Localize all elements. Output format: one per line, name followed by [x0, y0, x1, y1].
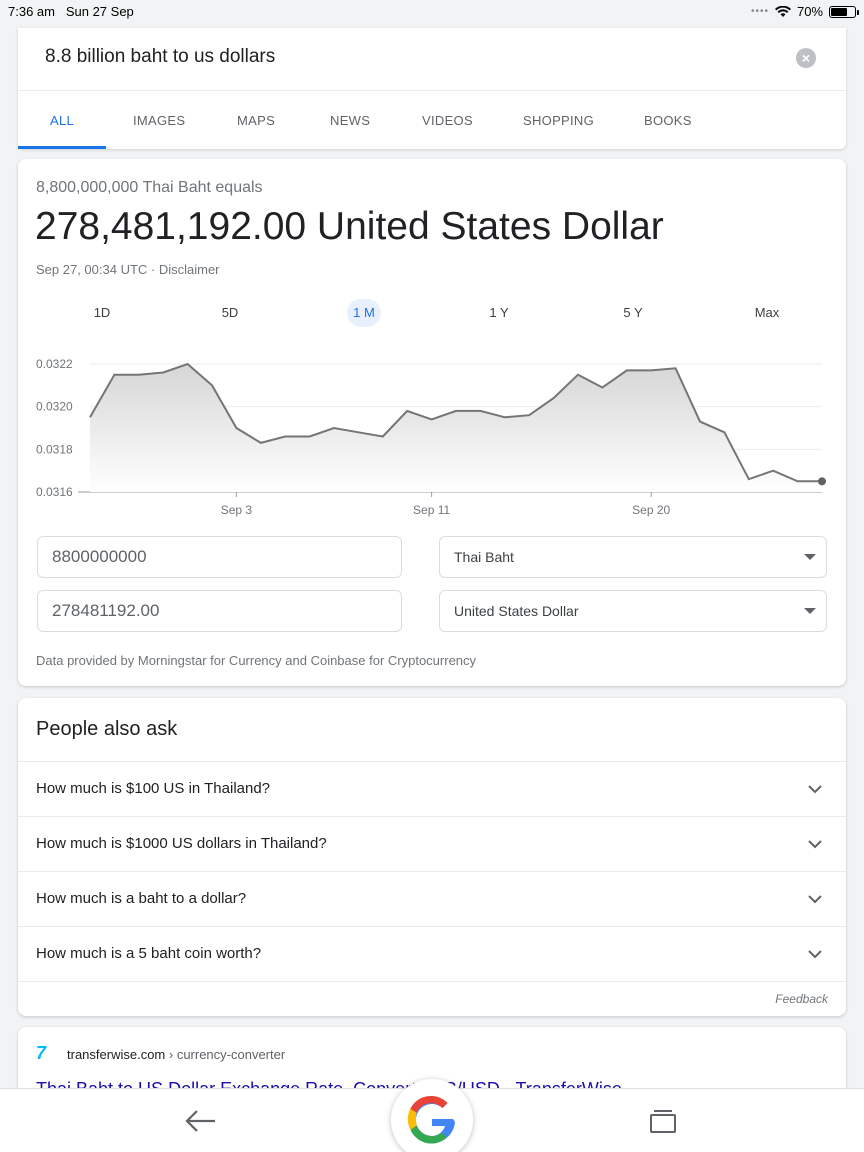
chevron-down-icon [808, 840, 822, 849]
paa-question-text: How much is a 5 baht coin worth? [36, 945, 262, 962]
currency-converter-card: 8,800,000,000 Thai Baht equals 278,481,1… [18, 159, 846, 686]
bottom-toolbar [0, 1079, 864, 1152]
paa-question-text: How much is $100 US in Thailand? [36, 780, 271, 797]
paa-question[interactable]: How much is a 5 baht coin worth? [18, 926, 846, 981]
range-5y[interactable]: 5 Y [618, 299, 648, 327]
paa-title: People also ask [36, 718, 178, 740]
range-1y[interactable]: 1 Y [484, 299, 514, 327]
result-breadcrumb: › currency-converter [168, 1047, 286, 1062]
dropdown-arrow-icon [804, 554, 816, 560]
currency-from-select[interactable]: Thai Baht [439, 536, 827, 578]
tab-maps[interactable]: MAPS [237, 113, 275, 128]
clear-search-button[interactable]: × [796, 48, 816, 68]
chevron-down-icon [808, 785, 822, 794]
x-tick-label: Sep 11 [413, 503, 450, 517]
range-5d[interactable]: 5D [216, 299, 244, 327]
x-tick-label: Sep 20 [632, 503, 670, 517]
x-tick-label: Sep 3 [221, 503, 253, 517]
currency-to-label: United States Dollar [454, 603, 579, 619]
currency-from-label: Thai Baht [454, 549, 514, 565]
chevron-down-icon [808, 895, 822, 904]
y-tick-label: 0.0322 [36, 357, 73, 371]
tab-images[interactable]: IMAGES [133, 113, 185, 128]
updated-timestamp[interactable]: Sep 27, 00:34 UTC · Disclaimer [36, 262, 220, 277]
y-tick-label: 0.0320 [36, 400, 73, 414]
battery-icon [829, 5, 859, 18]
back-arrow-icon[interactable] [182, 1105, 218, 1137]
paa-question-text: How much is $1000 US dollars in Thailand… [36, 835, 327, 852]
range-1d[interactable]: 1D [88, 299, 116, 327]
search-header: 8.8 billion baht to us dollars × ALL IMA… [18, 28, 846, 149]
people-also-ask-card: People also ask How much is $100 US in T… [18, 698, 846, 1016]
tab-all[interactable]: ALL [50, 113, 74, 128]
equals-line: 8,800,000,000 Thai Baht equals [36, 179, 263, 196]
range-selector: 1D 5D 1 M 1 Y 5 Y Max [18, 299, 846, 329]
tab-books[interactable]: BOOKS [644, 113, 692, 128]
amount-from-input[interactable]: 8800000000 [37, 536, 402, 578]
tabs-switcher-icon[interactable] [648, 1107, 678, 1135]
tab-shopping[interactable]: SHOPPING [523, 113, 594, 128]
y-tick-label: 0.0318 [36, 442, 73, 456]
status-right: •••• 70% [750, 4, 859, 19]
y-tick-label: 0.0316 [36, 485, 73, 499]
paa-question[interactable]: How much is $100 US in Thailand? [18, 761, 846, 816]
paa-question[interactable]: How much is a baht to a dollar? [18, 871, 846, 926]
data-source-note: Data provided by Morningstar for Currenc… [36, 653, 477, 668]
paa-question[interactable]: How much is $1000 US dollars in Thailand… [18, 816, 846, 871]
result-site[interactable]: transferwise.com › currency-converter [67, 1047, 285, 1062]
search-input[interactable]: 8.8 billion baht to us dollars [45, 46, 275, 68]
status-time: 7:36 am Sun 27 Sep [8, 4, 134, 19]
tab-news[interactable]: NEWS [330, 113, 370, 128]
battery-percent: 70% [796, 4, 823, 19]
result-domain: transferwise.com [67, 1047, 166, 1062]
range-max[interactable]: Max [750, 299, 784, 327]
feedback-link[interactable]: Feedback [775, 992, 828, 1006]
paa-question-text: How much is a baht to a dollar? [36, 890, 247, 907]
paa-footer [18, 981, 846, 1016]
wifi-icon [774, 5, 791, 17]
chevron-down-icon [808, 950, 822, 959]
range-1m[interactable]: 1 M [347, 299, 381, 327]
currency-to-select[interactable]: United States Dollar [439, 590, 827, 632]
amount-to-input[interactable]: 278481192.00 [37, 590, 402, 632]
google-home-button[interactable] [391, 1079, 473, 1152]
dropdown-arrow-icon [804, 608, 816, 614]
exchange-rate-chart[interactable]: 0.0322 0.0320 0.0318 0.0316 Sep 3 Sep 11 Sep … [18, 349, 846, 521]
status-bar: 7:36 am Sun 27 Sep •••• 70% [0, 0, 864, 24]
search-tabs: ALL IMAGES MAPS NEWS VIDEOS SHOPPING BOO… [18, 90, 846, 149]
active-tab-indicator [18, 146, 106, 149]
chart-last-point [818, 477, 826, 486]
transferwise-logo-icon: 7 [36, 1043, 47, 1063]
google-logo-icon [407, 1095, 455, 1144]
tab-videos[interactable]: VIDEOS [422, 113, 473, 128]
converted-result: 278,481,192.00 United States Dollar [35, 205, 664, 248]
signal-dots-icon: •••• [750, 6, 769, 17]
